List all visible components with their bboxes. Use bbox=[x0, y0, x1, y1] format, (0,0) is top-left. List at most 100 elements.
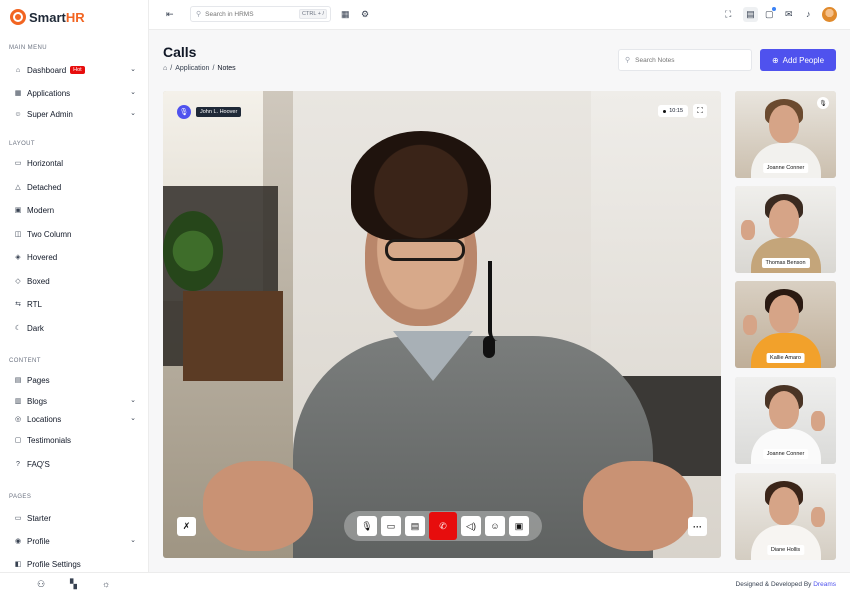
add-people-button[interactable]: ⊕ Add People bbox=[760, 49, 836, 71]
chevron-down-icon: ⌄ bbox=[130, 110, 136, 117]
end-call-button[interactable]: ✆ bbox=[429, 512, 457, 540]
apps-icon: ▦ bbox=[14, 90, 22, 97]
sidebar-item-rtl[interactable]: ⇆ RTL bbox=[14, 296, 138, 312]
collapse-sidebar-icon[interactable]: ⇤ bbox=[166, 9, 174, 20]
screen-share-button[interactable]: ▣ bbox=[509, 516, 529, 536]
logo[interactable]: SmartHR bbox=[10, 9, 85, 25]
sidebar-item-applications[interactable]: ▦ Applications ⌄ bbox=[14, 85, 138, 101]
microphone-button[interactable]: 🎙︎ bbox=[357, 516, 377, 536]
sidebar-item-two-column[interactable]: ◫ Two Column bbox=[14, 226, 138, 242]
sidebar-item-super-admin[interactable]: ☺ Super Admin ⌄ bbox=[14, 106, 138, 122]
hot-badge: Hot bbox=[70, 66, 85, 74]
more-options-icon[interactable]: ··· bbox=[688, 517, 707, 536]
grid-icon[interactable]: ▦ bbox=[341, 9, 350, 20]
chevron-down-icon: ⌄ bbox=[130, 397, 136, 404]
footer-brand-link[interactable]: Dreams bbox=[813, 581, 836, 588]
notes-search-input[interactable] bbox=[635, 56, 746, 64]
global-search[interactable]: ⚲ CTRL + / bbox=[190, 6, 331, 22]
chat-icon[interactable]: ▚ bbox=[70, 579, 77, 590]
speaker-volume-button[interactable]: ◁) bbox=[461, 516, 481, 536]
sidebar-item-horizontal[interactable]: ▭ Horizontal bbox=[14, 155, 138, 171]
participant-name: Diane Hollis bbox=[766, 545, 805, 555]
location-icon: ◎ bbox=[14, 416, 22, 423]
pages-icon: ▤ bbox=[14, 377, 22, 384]
footer: Designed & Developed By Dreams bbox=[149, 572, 850, 594]
mic-icon: 🎙︎ bbox=[177, 105, 191, 119]
sun-icon[interactable]: ☼ bbox=[102, 579, 110, 589]
sidebar-item-testimonials[interactable]: ▢ Testimonials bbox=[14, 432, 138, 448]
participant-tile[interactable]: Kallie Amaro bbox=[735, 281, 836, 368]
sidebar-item-pages[interactable]: ▤ Pages bbox=[14, 372, 138, 388]
participant-name: Joanne Conner bbox=[762, 163, 809, 173]
home-icon[interactable]: ⌂ bbox=[163, 65, 167, 72]
page-title: Calls bbox=[163, 44, 197, 60]
chat-badge bbox=[772, 7, 776, 11]
layout-icon: ▭ bbox=[14, 160, 22, 167]
call-timer: 10:15 bbox=[658, 105, 688, 117]
sidebar-item-profile[interactable]: ◉ Profile ⌄ bbox=[14, 533, 138, 549]
search-input[interactable] bbox=[205, 10, 296, 18]
sidebar-item-hovered[interactable]: ◈ Hovered bbox=[14, 249, 138, 265]
participant-tile[interactable]: Diane Hollis bbox=[735, 473, 836, 560]
pin-off-icon[interactable]: ✗ bbox=[177, 517, 196, 536]
participant-name: Joanne Conner bbox=[762, 449, 809, 459]
chevron-down-icon: ⌄ bbox=[130, 66, 136, 73]
columns-icon: ◫ bbox=[14, 231, 22, 238]
sidebar: SmartHR MAIN MENU ⌂ Dashboard Hot ⌄ ▦ Ap… bbox=[0, 0, 149, 594]
notes-search[interactable]: ⚲ bbox=[618, 49, 752, 71]
expand-icon[interactable]: ⛶ bbox=[693, 104, 707, 118]
sidebar-item-modern[interactable]: ▣ Modern bbox=[14, 202, 138, 218]
section-layout: LAYOUT bbox=[9, 141, 35, 147]
sidebar-item-faqs[interactable]: ? FAQ'S bbox=[14, 456, 138, 472]
breadcrumb-notes: Notes bbox=[217, 65, 236, 72]
sidebar-item-profile-settings[interactable]: ◧ Profile Settings bbox=[14, 556, 138, 572]
section-content: CONTENT bbox=[9, 358, 41, 364]
participant-name: Kallie Amaro bbox=[766, 353, 805, 363]
message-icon: ▢ bbox=[14, 437, 22, 444]
settings-icon[interactable]: ⚙ bbox=[361, 9, 369, 20]
sidebar-item-blogs[interactable]: ▥ Blogs ⌄ bbox=[14, 393, 138, 409]
sidebar-item-detached[interactable]: △ Detached bbox=[14, 179, 138, 195]
emoji-button[interactable]: ☺ bbox=[485, 516, 505, 536]
speaker-video bbox=[203, 131, 693, 558]
moon-icon: ☾ bbox=[14, 325, 22, 332]
section-main-menu: MAIN MENU bbox=[9, 45, 47, 51]
sidebar-item-boxed[interactable]: ◇ Boxed bbox=[14, 273, 138, 289]
record-dot-icon bbox=[663, 109, 667, 113]
layers-icon: ◈ bbox=[15, 254, 21, 261]
chevron-down-icon: ⌄ bbox=[130, 537, 136, 544]
sidebar-item-locations[interactable]: ◎ Locations ⌄ bbox=[14, 411, 138, 427]
chevron-down-icon: ⌄ bbox=[130, 415, 136, 422]
breadcrumb-application[interactable]: Application bbox=[175, 65, 209, 72]
mail-icon[interactable]: ✉ bbox=[785, 9, 793, 20]
grid-icon: ▣ bbox=[14, 207, 22, 214]
layout-icon: ▭ bbox=[14, 515, 22, 522]
call-controls: 🎙︎ ▭ ▤ ✆ ◁) ☺ ▣ bbox=[344, 511, 542, 541]
search-icon: ⚲ bbox=[196, 11, 202, 18]
apps-icon[interactable]: ▤ bbox=[743, 7, 758, 22]
breadcrumb: ⌂ / Application / Notes bbox=[163, 65, 236, 72]
chevron-down-icon: ⌄ bbox=[130, 89, 136, 96]
main-video: 🎙︎ John L. Hoover 10:15 ⛶ ✗ ··· 🎙︎ ▭ ▤ ✆… bbox=[163, 91, 721, 558]
footer-credit: Designed & Developed By Dreams bbox=[735, 581, 836, 588]
participant-tile[interactable]: Joanne Conner bbox=[735, 377, 836, 464]
blog-icon: ▥ bbox=[14, 398, 22, 405]
sidebar-item-starter[interactable]: ▭ Starter bbox=[14, 510, 138, 526]
bell-icon[interactable]: ♪ bbox=[806, 9, 811, 19]
sidebar-footer: ⚇ ▚ ☼ bbox=[0, 572, 149, 594]
section-pages: PAGES bbox=[9, 494, 32, 500]
users-icon[interactable]: ⚇ bbox=[37, 579, 45, 590]
sidebar-item-dark[interactable]: ☾ Dark bbox=[14, 320, 138, 336]
video-camera-button[interactable]: ▭ bbox=[381, 516, 401, 536]
chat-button[interactable]: ▤ bbox=[405, 516, 425, 536]
user-star-icon: ☺ bbox=[14, 110, 22, 118]
plus-circle-icon: ⊕ bbox=[771, 55, 779, 65]
participant-tile[interactable]: 🎙︎ Joanne Conner bbox=[735, 91, 836, 178]
user-avatar[interactable] bbox=[822, 7, 837, 22]
fullscreen-icon[interactable]: ⛶ bbox=[725, 9, 731, 20]
mic-icon: 🎙︎ bbox=[817, 97, 829, 109]
settings-icon: ◧ bbox=[14, 561, 22, 568]
profile-icon: ◉ bbox=[14, 538, 22, 545]
participant-tile[interactable]: Thomas Benson bbox=[735, 186, 836, 273]
sidebar-item-dashboard[interactable]: ⌂ Dashboard Hot ⌄ bbox=[14, 62, 138, 78]
